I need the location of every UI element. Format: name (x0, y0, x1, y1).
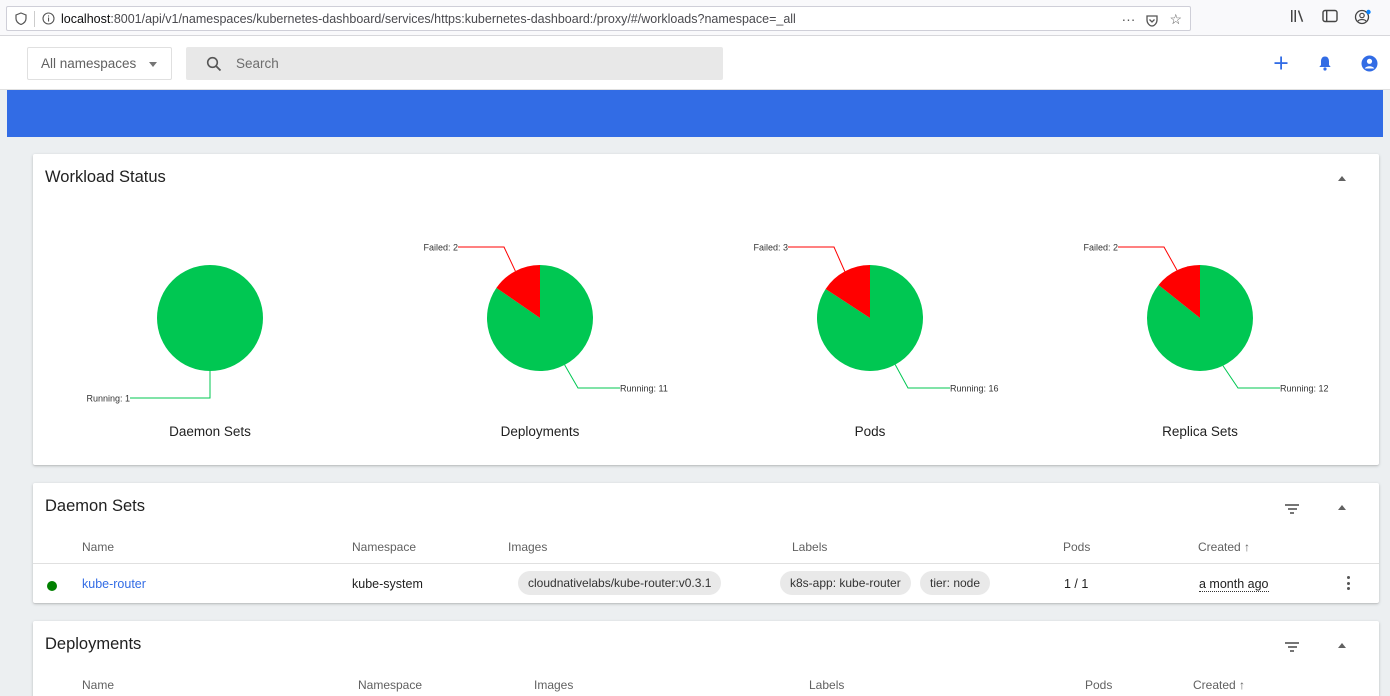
filter-icon[interactable] (1285, 642, 1299, 652)
failed-label-line-replica-sets (1118, 246, 1178, 271)
namespace-selector[interactable]: All namespaces (27, 47, 172, 80)
running-label-pods: Running: 16 (950, 384, 999, 394)
user-account-icon[interactable] (1360, 54, 1378, 72)
failed-label-line-pods (788, 246, 846, 272)
collapse-icon[interactable] (1338, 505, 1346, 510)
url-host: localhost (61, 11, 111, 26)
bookmark-star-icon[interactable]: ☆ (1169, 11, 1182, 31)
column-header-name[interactable]: Name (82, 540, 114, 554)
failed-label-replica-sets: Failed: 2 (1083, 243, 1118, 253)
namespace-value: kube-system (352, 577, 423, 591)
account-icon[interactable] (1354, 9, 1372, 29)
chart-label-pods: Pods (854, 424, 886, 439)
label-chip: tier: node (920, 571, 991, 595)
library-icon[interactable] (1290, 9, 1306, 29)
status-ok-icon (47, 581, 57, 591)
column-header-namespace[interactable]: Namespace (352, 540, 416, 554)
running-label-replica-sets: Running: 12 (1280, 384, 1329, 394)
resource-name-link[interactable]: kube-router (82, 577, 146, 591)
pie-slice-running-daemon-sets (157, 265, 263, 371)
created-value: a month ago (1199, 577, 1269, 592)
dropdown-arrow-icon (149, 62, 157, 67)
create-plus-icon[interactable] (1272, 54, 1290, 72)
page-actions-icon[interactable]: ··· (1121, 11, 1135, 31)
card-title: Daemon Sets (45, 497, 145, 515)
app-toolbar: All namespaces (0, 36, 1390, 90)
table-header: Name Namespace Images Labels Pods Create… (33, 533, 1379, 563)
table-header: Name Namespace Images Labels Pods Create… (33, 671, 1379, 696)
notifications-bell-icon[interactable] (1316, 54, 1334, 72)
address-bar[interactable]: localhost:8001/api/v1/namespaces/kuberne… (6, 6, 1191, 31)
workload-status-card: Workload Status Running: 1 Failed: 2 Runni… (33, 154, 1379, 465)
pocket-icon[interactable] (1145, 11, 1159, 31)
column-header-labels: Labels (809, 678, 845, 692)
column-header-name[interactable]: Name (82, 678, 114, 692)
chart-label-daemon-sets: Daemon Sets (169, 424, 251, 439)
url-path: :8001/api/v1/namespaces/kubernetes-dashb… (110, 11, 796, 26)
daemon-sets-card: Daemon Sets Name Namespace Images Labels… (33, 483, 1379, 603)
chart-label-deployments: Deployments (500, 424, 580, 439)
running-label-line-deployments (564, 364, 620, 389)
deployments-card: Deployments Name Namespace Images Labels… (33, 621, 1379, 696)
column-header-pods: Pods (1085, 678, 1113, 692)
divider (34, 10, 35, 27)
search-bar[interactable] (186, 47, 723, 80)
shield-icon[interactable] (14, 11, 28, 26)
pods-value: 1 / 1 (1064, 577, 1089, 591)
running-label-deployments: Running: 11 (620, 384, 668, 394)
running-label-line-daemon-sets (130, 371, 211, 399)
sidebar-icon[interactable] (1322, 9, 1338, 29)
column-header-created[interactable]: Created ↑ (1193, 678, 1245, 692)
more-actions-icon[interactable] (1347, 576, 1351, 593)
failed-label-pods: Failed: 3 (753, 243, 788, 253)
column-header-labels: Labels (792, 540, 828, 554)
info-icon[interactable] (41, 11, 55, 26)
column-header-namespace[interactable]: Namespace (358, 678, 422, 692)
column-header-pods: Pods (1063, 540, 1091, 554)
label-chip: k8s-app: kube-router (780, 571, 911, 595)
image-chip: cloudnativelabs/kube-router:v0.3.1 (518, 571, 722, 595)
running-label-line-pods (894, 364, 950, 389)
filter-icon[interactable] (1285, 504, 1299, 514)
table-row[interactable]: kube-router kube-system cloudnativelabs/… (33, 563, 1379, 603)
column-header-images: Images (508, 540, 548, 554)
card-title: Deployments (45, 635, 142, 653)
column-header-created[interactable]: Created ↑ (1198, 540, 1250, 554)
running-label-daemon-sets: Running: 1 (86, 394, 130, 404)
column-header-images: Images (534, 678, 574, 692)
url-text: localhost:8001/api/v1/namespaces/kuberne… (61, 12, 796, 26)
failed-label-line-deployments (458, 246, 516, 272)
chart-label-replica-sets: Replica Sets (1162, 424, 1238, 439)
search-icon (206, 56, 222, 71)
running-label-line-replica-sets (1222, 365, 1280, 389)
search-input[interactable] (236, 56, 636, 71)
page-header-bar (7, 90, 1383, 137)
collapse-icon[interactable] (1338, 643, 1346, 648)
failed-label-deployments: Failed: 2 (423, 243, 458, 253)
workload-status-charts: Running: 1 Failed: 2 Running: 11 Failed: 3 R… (86, 243, 1329, 404)
namespace-selector-value: All namespaces (41, 56, 137, 71)
browser-toolbar: localhost:8001/api/v1/namespaces/kuberne… (0, 0, 1390, 36)
